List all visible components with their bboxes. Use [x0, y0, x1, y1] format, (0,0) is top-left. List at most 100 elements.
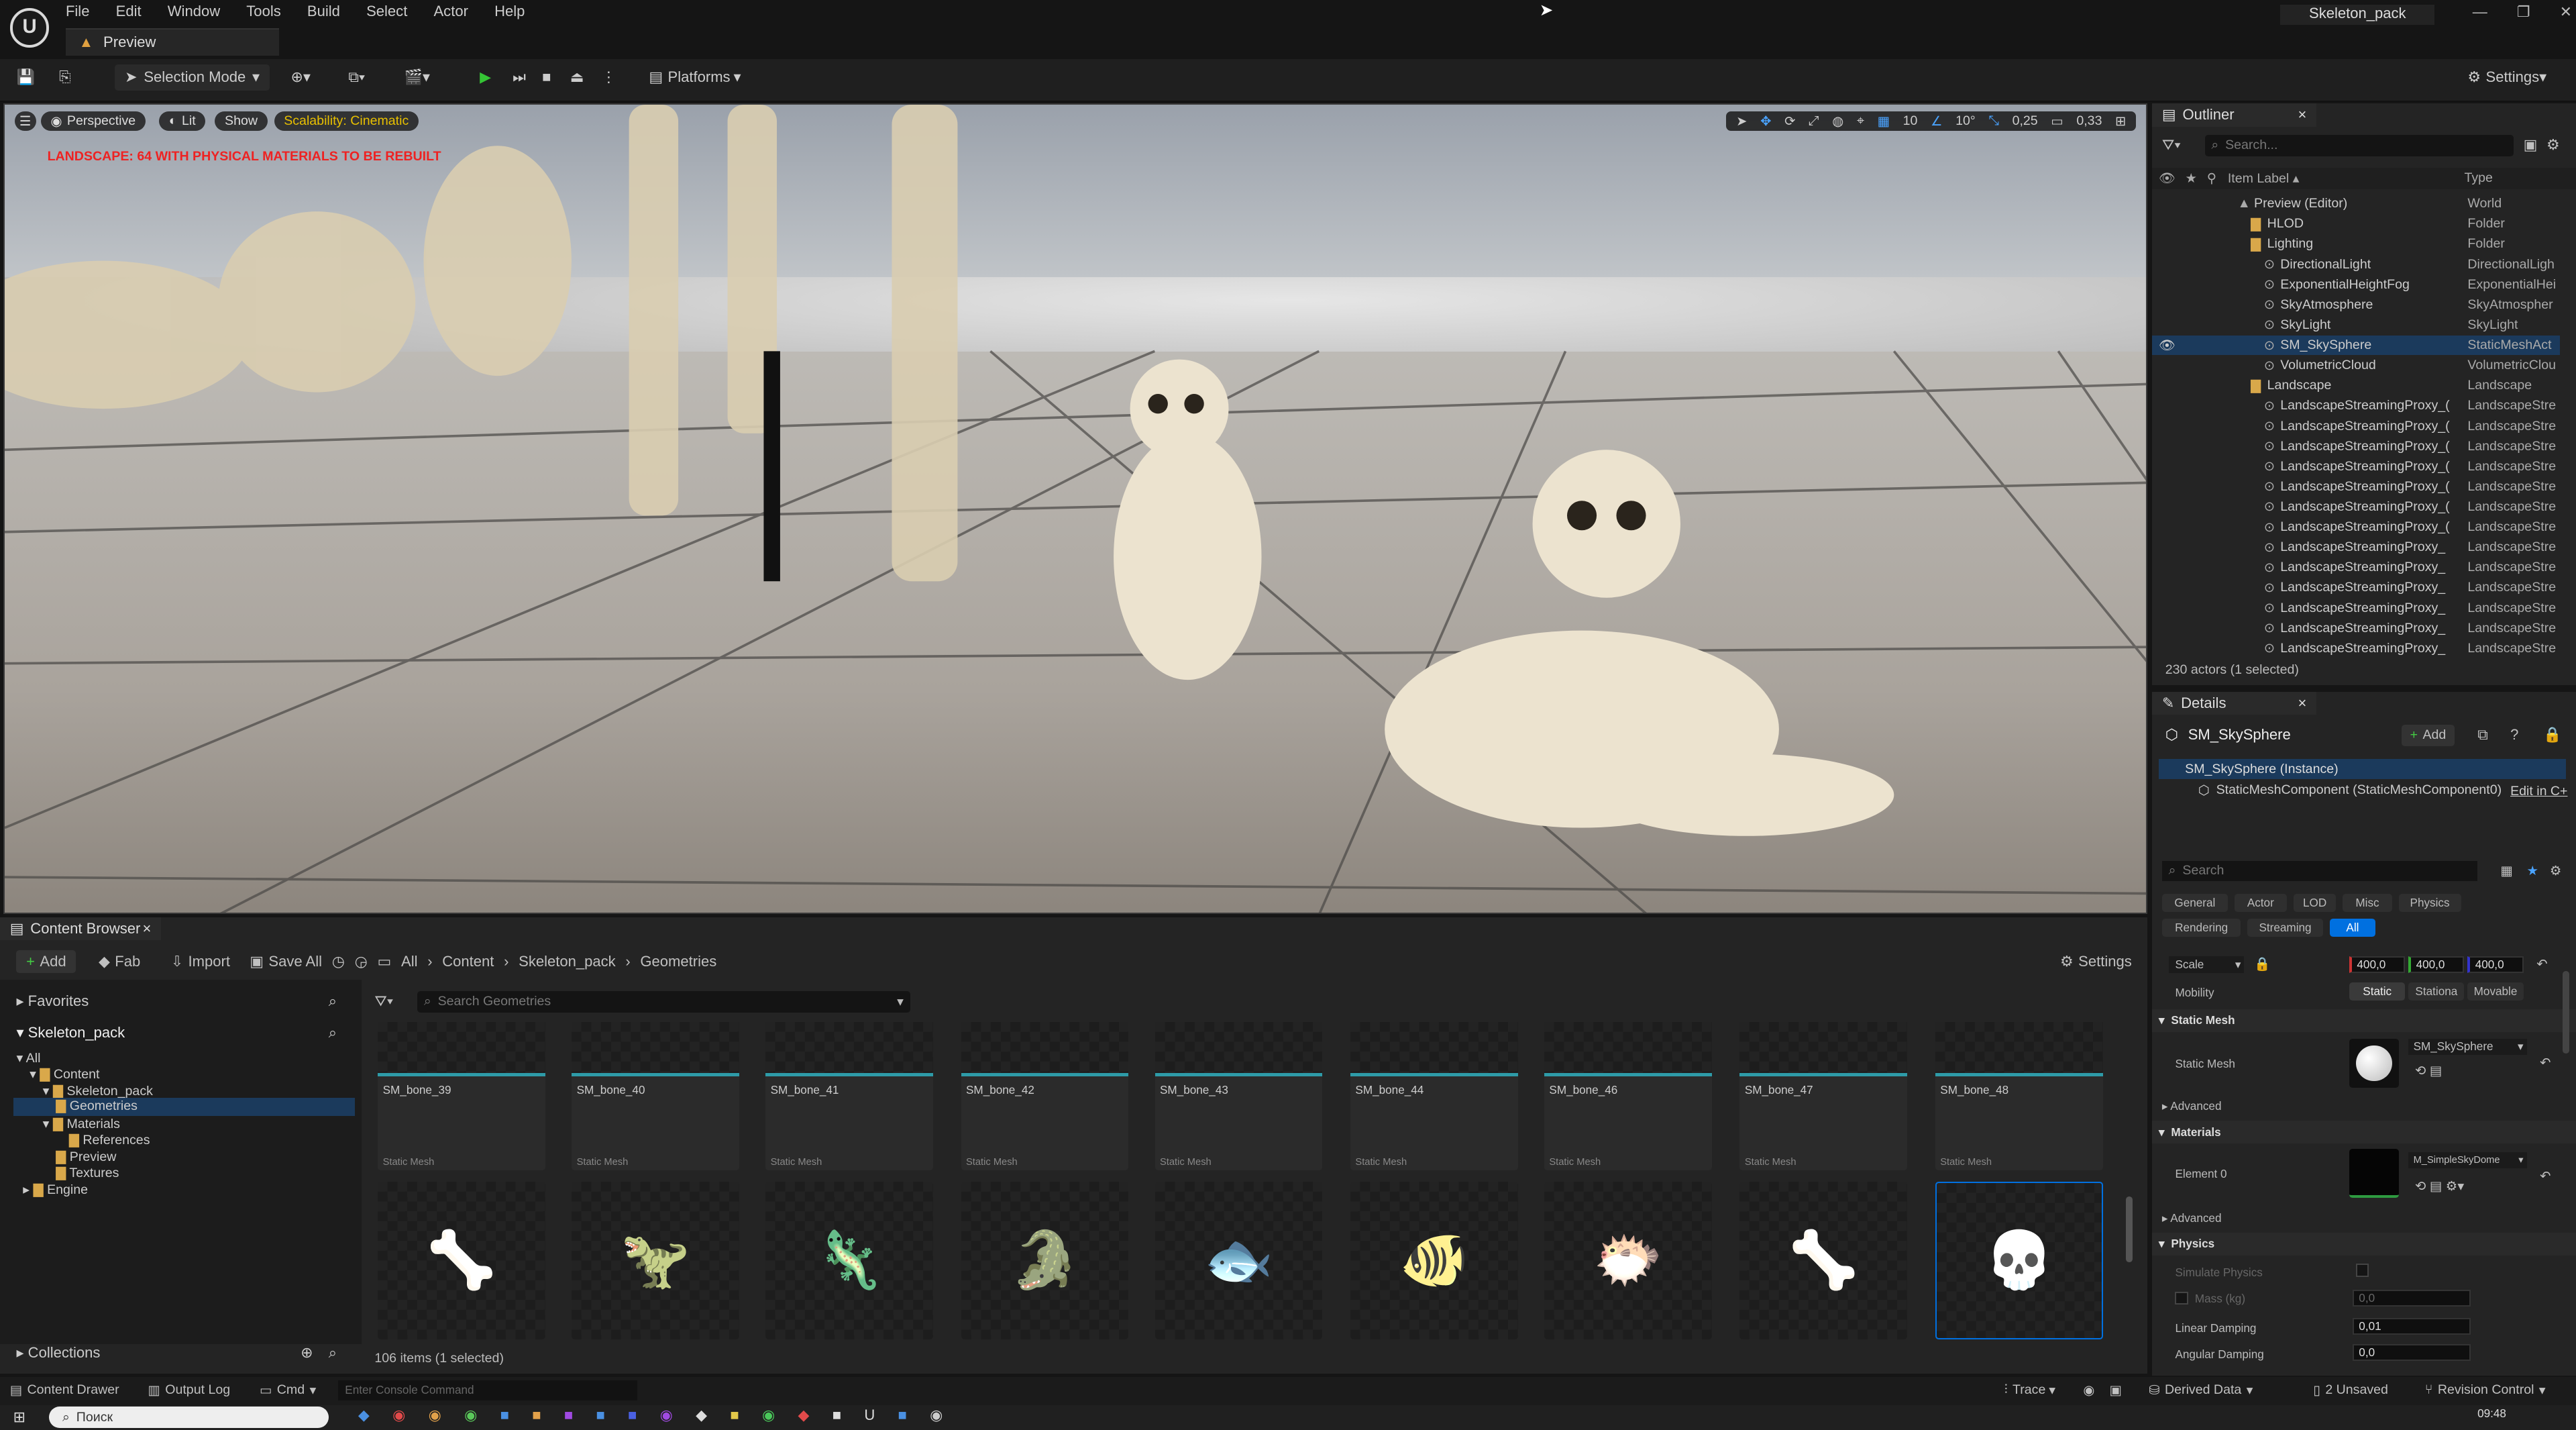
section-materials[interactable]: ▾ Materials: [2152, 1121, 2576, 1144]
close-icon[interactable]: ×: [142, 920, 151, 937]
level-tab[interactable]: ▲ Preview: [65, 28, 280, 56]
outliner-row[interactable]: ⊙ LandscapeStreamingProxy_(LandscapeStre: [2152, 396, 2559, 415]
outliner-row[interactable]: ⊙ LandscapeStreamingProxy_(LandscapeStre: [2152, 436, 2559, 456]
angle-snap-value[interactable]: 10°: [1955, 113, 1976, 129]
step-icon[interactable]: ⏭: [513, 66, 526, 89]
taskbar-search[interactable]: ⌕ Поиск: [49, 1407, 329, 1429]
material-thumbnail[interactable]: [2349, 1148, 2399, 1198]
app-icon[interactable]: ■: [596, 1407, 604, 1424]
menu-tools[interactable]: Tools: [246, 3, 280, 20]
tree-preview[interactable]: ▇ Preview: [56, 1149, 116, 1165]
outliner-search[interactable]: ⌕ Search...: [2204, 134, 2514, 156]
lit-button[interactable]: ◐ Lit: [159, 111, 206, 132]
app-icon[interactable]: ■: [833, 1407, 841, 1424]
outliner-row[interactable]: ⊙ LandscapeStreamingProxy_(LandscapeStre: [2152, 477, 2559, 497]
play-icon[interactable]: ▶: [480, 66, 491, 89]
menu-edit[interactable]: Edit: [116, 3, 142, 20]
collections-header[interactable]: ▸ Collections: [16, 1344, 100, 1362]
app-icon[interactable]: ■: [730, 1407, 739, 1424]
outliner-row[interactable]: ⊙ LandscapeStreamingProxy_ LandscapeStre: [2152, 598, 2559, 617]
reset-icon[interactable]: ↶: [2540, 1168, 2551, 1184]
reset-icon[interactable]: ↶: [2536, 956, 2547, 972]
app-icon[interactable]: ◉: [392, 1407, 405, 1424]
tree-engine[interactable]: ▸ ▇ Engine: [23, 1182, 88, 1198]
asset-tile[interactable]: SM_bone_39 Static Mesh: [378, 1022, 546, 1170]
console-input[interactable]: Enter Console Command: [338, 1380, 638, 1400]
visibility-icon[interactable]: 👁: [2159, 338, 2176, 354]
cinematics-icon[interactable]: 🎬▾: [404, 66, 430, 89]
asset-tile[interactable]: 🐡: [1544, 1181, 1712, 1339]
level-viewport[interactable]: ☰ ◉ Perspective ◐ Lit Show Scalability: …: [3, 103, 2147, 914]
outliner-row[interactable]: ⊙ ExponentialHeightFog ExponentialHei: [2152, 274, 2559, 294]
search-icon[interactable]: ⌕: [329, 1344, 337, 1362]
outliner-row[interactable]: ⊙ SkyAtmosphere SkyAtmospher: [2152, 295, 2559, 315]
advanced-toggle[interactable]: ▸ Advanced: [2162, 1211, 2222, 1225]
asset-tile[interactable]: SM_bone_42 Static Mesh: [961, 1022, 1129, 1170]
rotate-icon[interactable]: ⟳: [1784, 113, 1795, 130]
show-button[interactable]: Show: [215, 111, 268, 132]
outliner-row[interactable]: ▇ Landscape Landscape: [2152, 376, 2559, 395]
close-icon[interactable]: ✕: [2560, 3, 2572, 21]
scale-x-input[interactable]: 400,0: [2349, 956, 2406, 973]
mass-input[interactable]: 0,0: [2352, 1290, 2471, 1307]
perspective-button[interactable]: ◉ Perspective: [40, 111, 146, 132]
unsaved-button[interactable]: ▯ 2 Unsaved: [2313, 1382, 2388, 1398]
filter-lod[interactable]: LOD: [2293, 894, 2337, 913]
outliner-row[interactable]: ⊙ LandscapeStreamingProxy_(LandscapeStre: [2152, 457, 2559, 476]
scale-snap-icon[interactable]: ⤡: [1988, 113, 1999, 129]
filter-general[interactable]: General: [2161, 894, 2228, 913]
layout-icon[interactable]: ⊞: [2115, 113, 2126, 130]
linear-damping-input[interactable]: 0,01: [2352, 1318, 2471, 1335]
outliner-row[interactable]: ⊙ LandscapeStreamingProxy_ LandscapeStre: [2152, 639, 2559, 658]
viewport-menu-icon[interactable]: ☰: [14, 111, 36, 132]
app-icon[interactable]: ■: [532, 1407, 541, 1424]
asset-tile[interactable]: 💀: [1935, 1181, 2103, 1339]
maximize-icon[interactable]: ❐: [2517, 3, 2530, 21]
search-icon[interactable]: ⌕: [329, 992, 337, 1010]
outliner-row[interactable]: ⊙ LandscapeStreamingProxy_(LandscapeStre: [2152, 416, 2559, 436]
camera-speed-value[interactable]: 0,33: [2076, 113, 2102, 129]
outliner-row[interactable]: ⊙ LandscapeStreamingProxy_ LandscapeStre: [2152, 619, 2559, 638]
outliner-row[interactable]: ⊙ VolumetricCloud VolumetricClou: [2152, 356, 2559, 375]
scale-y-input[interactable]: 400,0: [2408, 956, 2465, 973]
tree-references[interactable]: ▇ References: [69, 1132, 150, 1148]
camera-speed-icon[interactable]: ▭: [2051, 113, 2063, 130]
filter-streaming[interactable]: Streaming: [2247, 918, 2323, 937]
outliner-row[interactable]: ⊙ LandscapeStreamingProxy_ LandscapeStre: [2152, 558, 2559, 577]
component-row[interactable]: ⬡ StaticMeshComponent (StaticMeshCompone…: [2198, 782, 2502, 799]
details-search[interactable]: ⌕ Search: [2161, 861, 2478, 881]
asset-tile[interactable]: SM_bone_48 Static Mesh: [1935, 1022, 2103, 1170]
scale-z-input[interactable]: 400,0: [2467, 956, 2524, 973]
asset-tile[interactable]: SM_bone_47 Static Mesh: [1739, 1022, 1908, 1170]
gear-icon[interactable]: ⚙: [2546, 136, 2560, 154]
filter-misc[interactable]: Misc: [2343, 894, 2392, 913]
browse-icon[interactable]: ⎘: [59, 66, 71, 89]
app-icon[interactable]: ◉: [429, 1407, 441, 1424]
tree-materials[interactable]: ▾ ▇ Materials: [43, 1116, 120, 1132]
filter-physics[interactable]: Physics: [2398, 894, 2461, 913]
asset-tile[interactable]: 🐊: [961, 1181, 1129, 1339]
mobility-static[interactable]: Static: [2349, 982, 2406, 1001]
edit-in-cpp-link[interactable]: Edit in C+: [2510, 784, 2567, 799]
outliner-row[interactable]: ⊙ LandscapeStreamingProxy_ LandscapeStre: [2152, 538, 2559, 557]
more-icon[interactable]: ⋮: [601, 66, 616, 89]
asset-tile[interactable]: SM_bone_46 Static Mesh: [1544, 1022, 1712, 1170]
type-column[interactable]: Type: [2464, 170, 2492, 186]
lock-icon[interactable]: 🔒: [2254, 956, 2270, 972]
app-icon[interactable]: ◆: [696, 1407, 707, 1424]
history-forward-icon[interactable]: ◶: [355, 953, 368, 970]
menu-help[interactable]: Help: [494, 3, 525, 20]
add-folder-icon[interactable]: ▣: [2524, 136, 2538, 154]
angle-snap-icon[interactable]: ∠: [1931, 113, 1943, 130]
import-button[interactable]: ⇩ Import: [171, 953, 230, 970]
breadcrumb-all[interactable]: All: [401, 953, 417, 970]
outliner-row[interactable]: ⊙ DirectionalLight DirectionalLigh: [2152, 254, 2559, 274]
menu-window[interactable]: Window: [168, 3, 220, 20]
mass-override-checkbox[interactable]: [2175, 1291, 2189, 1305]
history-back-icon[interactable]: ◷: [332, 953, 345, 970]
static-mesh-thumbnail[interactable]: [2349, 1038, 2399, 1088]
outliner-row[interactable]: ⊙ LandscapeStreamingProxy_(LandscapeStre: [2152, 517, 2559, 537]
grid-snap-value[interactable]: 10: [1903, 113, 1918, 129]
menu-build[interactable]: Build: [307, 3, 340, 20]
menu-select[interactable]: Select: [366, 3, 407, 20]
